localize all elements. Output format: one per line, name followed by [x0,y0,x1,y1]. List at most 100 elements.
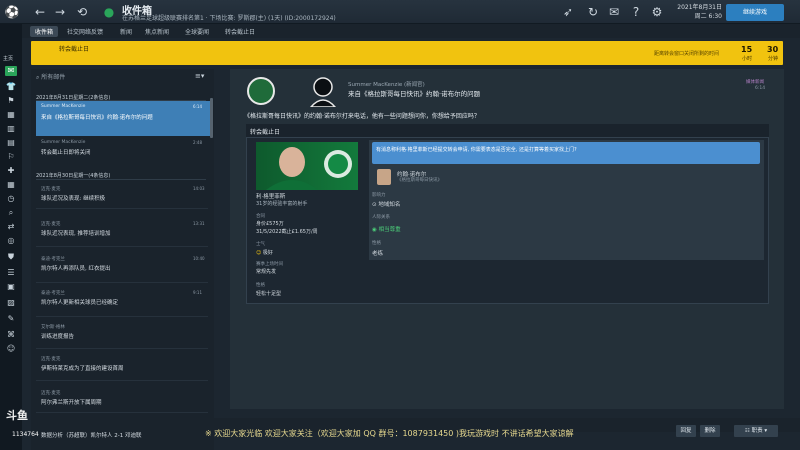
morale-text: 极好 [262,250,273,256]
question-bubble[interactable]: 有消息称利格·格里菲斯已经提交转会申请, 你需要表态是否完全, 还是打算等着买家… [372,142,760,164]
list-item-title[interactable]: 球队近况表现, 推荐培训增加 [41,229,111,237]
list-item-title[interactable]: 球队近况及表现: 继续积极 [41,194,105,202]
left-navigation-rail: 主页 ✉ 👕 ⚑ ▦ ▥ ▤ ⚐ ✚ ▦ ◷ ⌕ ⇄ ◎ ⛊ ☰ ▣ ▨ ✎ ⌘… [0,24,22,450]
list-item-sender: 泰迪·考克兰 [41,257,65,262]
continue-button[interactable]: 继续游戏 [726,4,784,21]
message-time: 6:14 [755,86,766,91]
deadline-banner[interactable]: 转会截止日 距离转会窗口关闭所剩的时间 15 小时 30 分钟 [31,41,783,65]
list-item-sender: Summer MacKenzie [41,140,86,145]
rocket-icon[interactable]: ➶ [560,4,576,20]
list-scrollbar[interactable] [210,98,213,138]
people-icon[interactable]: ☺ [5,344,17,354]
help-icon[interactable]: ? [628,4,644,20]
list-item-divider [36,246,208,247]
search-placeholder: 所有邮件 [41,74,66,81]
list-item-title[interactable]: 凯尔特人再添队员, 红衣提出 [41,264,111,272]
list-item-time: 6:14 [193,104,202,109]
player-photo[interactable] [256,142,358,190]
history-icon[interactable]: ⟲ [74,4,90,20]
contract-label: 合同 [256,214,265,219]
duties-dropdown[interactable]: ☷ 职责 ▾ [734,425,778,437]
list-item-title[interactable]: 训练进度报告 [41,332,74,340]
training-icon[interactable]: ⚐ [5,152,17,162]
list-item-sender: 迈克·麦克 [41,391,61,396]
list-item-divider [36,348,208,349]
list-item-title[interactable]: 伊斯特莱克成为了直接的建设首周 [41,364,124,372]
countdown-hours-unit: 小时 [742,56,753,62]
player-portrait-icon [266,147,352,190]
scouting-icon[interactable]: ⌕ [5,208,17,218]
reply-button[interactable]: 回复 [676,425,696,437]
graph-icon[interactable]: ▨ [5,298,17,308]
data-hub-icon[interactable]: ▥ [5,124,17,134]
banner-title: 转会截止日 [59,46,90,53]
list-item-sender: 迈克·麦克 [41,187,61,192]
finances-icon[interactable]: ⛊ [5,252,17,262]
list-item-title[interactable]: 凯尔特人更新相关球员已经确定 [41,298,118,306]
club-vision-icon[interactable]: ◎ [5,236,17,246]
reporter-avatar [377,169,391,185]
squad-icon[interactable]: 👕 [5,82,17,92]
personality-value: 轻松十足型 [256,291,282,297]
tactics-icon[interactable]: ▦ [5,110,17,120]
attitude-value: ◉ 相当尊重 [372,225,401,233]
sender-avatar-icon [310,77,336,107]
sort-dropdown[interactable]: ≡▾ [195,72,211,82]
schedule-icon[interactable]: ▦ [5,180,17,190]
list-item-title[interactable]: 阿尔弗兰斯开放下属周期 [41,398,102,406]
medical-icon[interactable]: ✚ [5,166,17,176]
list-item-sender: 迈克·麦克 [41,357,61,362]
tab-world-news[interactable]: 全球要闻 [180,26,214,37]
list-item-title[interactable]: 数据分析（苏超联）凯尔特人 2-1 邓迪联 [41,431,141,439]
list-item-divider [36,282,208,283]
hierarchy-icon[interactable]: ⌘ [5,330,17,340]
back-arrow-icon[interactable]: ← [32,4,48,20]
dev-centre-icon[interactable]: ☰ [5,268,17,278]
apps-label: 赛季上场时间 [256,262,283,267]
player-name[interactable]: 利·格里菲斯 [256,192,285,200]
influence-label: 影响力 [372,193,386,198]
list-item-divider [36,316,208,317]
countdown-minutes-unit: 分钟 [768,56,779,62]
countdown-minutes: 30 [767,45,779,54]
club-crest-icon[interactable]: ● [101,4,117,20]
influence-text: 地域知名 [378,202,401,208]
list-item-divider [36,412,208,413]
list-item-sender: 泰迪·考克兰 [41,291,65,296]
tab-deadline-day[interactable]: 转会截止日 [220,26,260,37]
duties-label: 职责 [751,428,763,434]
group-header[interactable]: 2021年8月30日星期一(4条信息) [36,172,110,179]
inbox-icon[interactable]: ✉ [5,66,17,76]
list-item-title[interactable]: 转会截止日即将关闭 [41,148,91,156]
morale-value: ☺ 极好 [256,249,273,256]
morale-smile-icon: ☺ [256,250,263,256]
team-icon[interactable]: ⚑ [5,96,17,106]
competitions-icon[interactable]: ◷ [5,194,17,204]
forward-arrow-icon[interactable]: → [52,4,68,20]
message-tag[interactable]: 媒体新闻 [746,79,764,85]
reporter-personality-value: 老练 [372,251,384,257]
message-subject: 来自《格拉斯哥每日快讯》约翰·诺布尔的问题 [348,90,481,98]
tab-news[interactable]: 新闻 [115,26,137,37]
transfers-icon[interactable]: ⇄ [5,222,17,232]
list-item-title[interactable]: 来自《格拉斯哥每日快讯》约翰·诺布尔的问题 [41,113,153,121]
list-item-time: 2:48 [193,140,202,145]
list-item-divider [36,380,208,381]
title-bar: ⚽ ← → ⟲ ● 收件箱 在苏格兰足球超级联赛排名第1 · 下场比赛: 罗斯郡… [0,0,800,24]
tab-inbox[interactable]: 收件箱 [30,26,59,37]
message-sender: Summer MacKenzie (新闻官) [348,82,425,88]
tab-social-feedback[interactable]: 社交网络反馈 [62,26,108,37]
notes-icon[interactable]: ✎ [5,314,17,324]
personality-label: 性格 [256,283,265,288]
settings-gear-icon[interactable]: ⚙ [649,4,665,20]
refresh-icon[interactable]: ↻ [585,4,601,20]
banner-countdown-label: 距离转会窗口关闭所剩的时间 [654,51,720,57]
app-logo-icon[interactable]: ⚽ [4,4,20,20]
staff-icon[interactable]: ▤ [5,138,17,148]
chat-icon[interactable]: ✉ [606,4,622,20]
delete-button[interactable]: 删除 [700,425,720,437]
watermark-text: 斗鱼 [6,409,28,422]
report-icon[interactable]: ▣ [5,282,17,292]
search-input[interactable]: ⌕ 所有邮件 [36,72,176,82]
tab-headlines[interactable]: 焦点新闻 [140,26,174,37]
